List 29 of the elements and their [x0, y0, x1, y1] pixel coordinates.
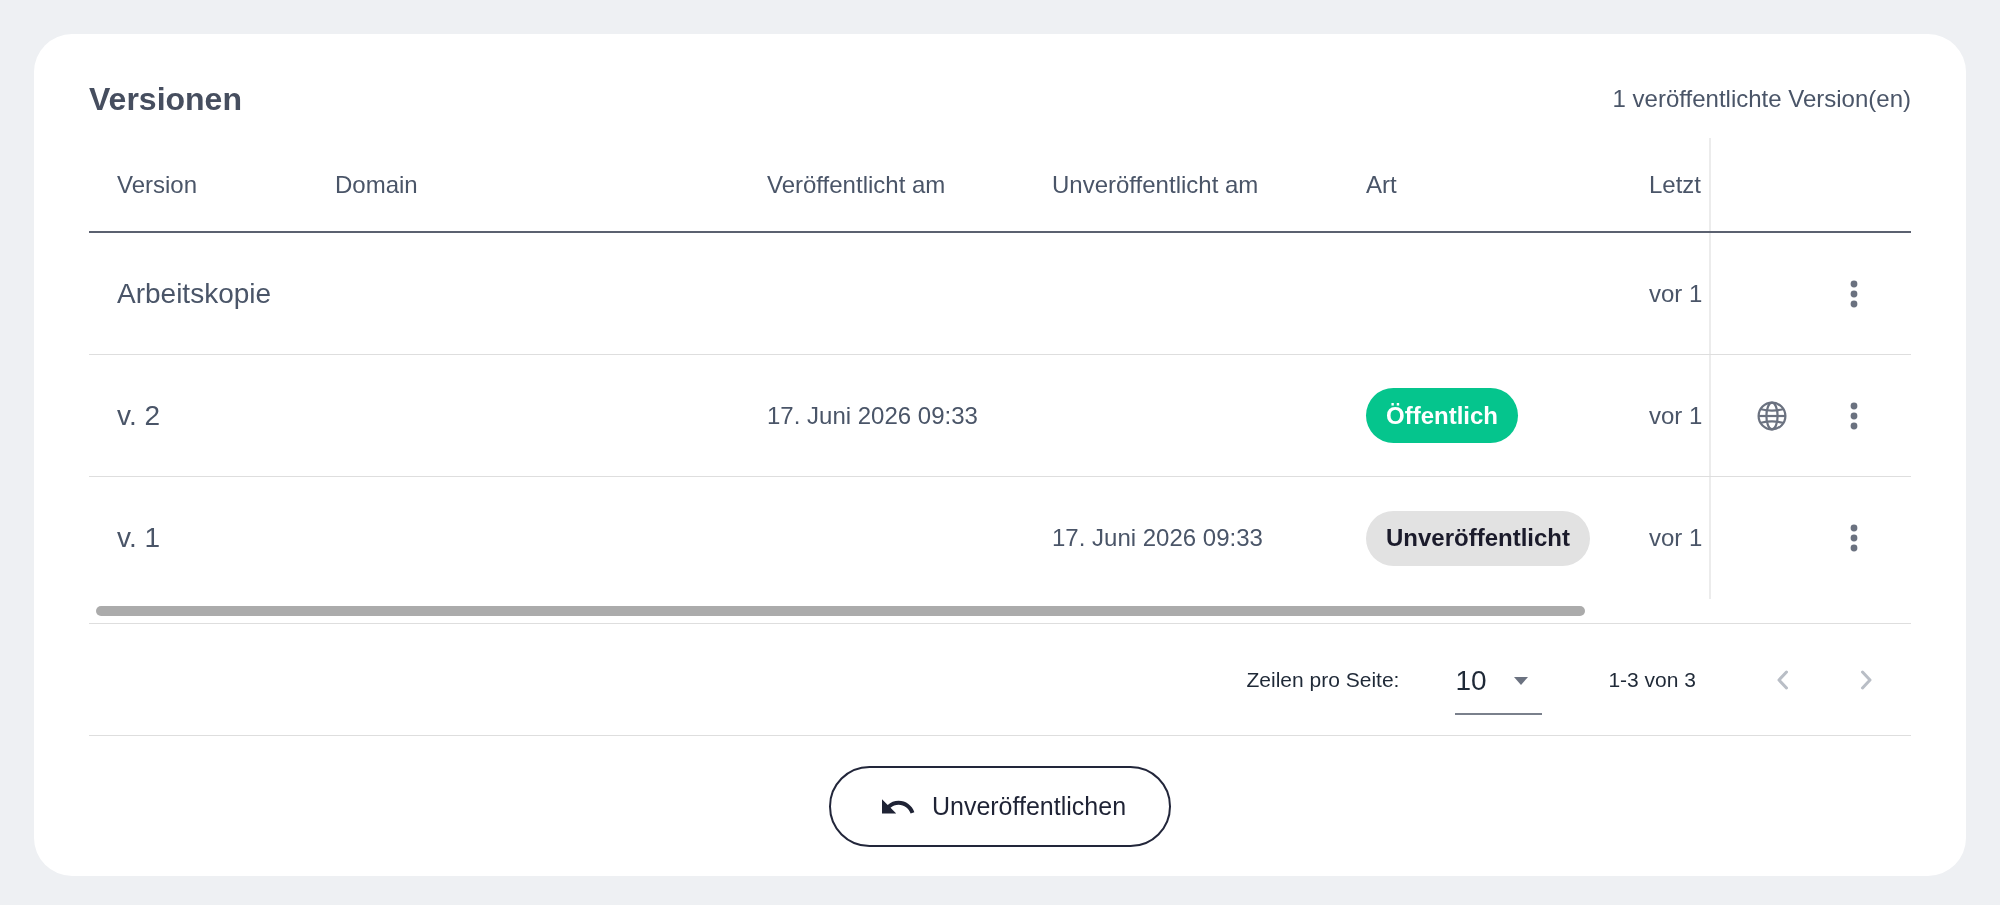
table-cell: vor 1	[1649, 524, 1703, 552]
undo-icon	[881, 799, 916, 814]
column-header: Art	[1366, 170, 1397, 199]
version-cell: v. 2	[117, 399, 161, 432]
column-header: Veröffentlicht am	[767, 170, 946, 199]
version-cell: v. 1	[117, 522, 161, 554]
more-options-icon[interactable]	[1850, 524, 1858, 552]
status-badge: Unveröffentlicht	[1366, 510, 1590, 566]
table-cell: vor 1	[1649, 401, 1703, 430]
date-cell: 17. Juni 2026 09:33	[767, 401, 978, 430]
globe-icon[interactable]	[1757, 400, 1787, 431]
column-header: Letzt	[1649, 170, 1702, 199]
rows-per-page-select[interactable]: 10	[1455, 648, 1543, 715]
published-count: 1 veröffentlichte Version(en)	[1612, 85, 1911, 113]
status-badge: Öffentlich	[1366, 388, 1518, 443]
column-header: Unveröffentlicht am	[1052, 170, 1259, 199]
more-options-icon[interactable]	[1850, 279, 1858, 308]
column-header: Version	[117, 170, 198, 199]
table-cell: vor 1	[1649, 279, 1703, 308]
column-header: Domain	[335, 170, 418, 199]
more-options-icon[interactable]	[1850, 401, 1858, 430]
section-title: Versionen	[89, 80, 242, 118]
rows-per-page-label: Zeilen pro Seite:	[1246, 667, 1400, 692]
page-range-text: 1-3 von 3	[1608, 667, 1696, 692]
scrollbar[interactable]	[96, 606, 1585, 616]
version-cell: Arbeitskopie	[117, 277, 272, 310]
caret-icon	[1514, 676, 1529, 685]
unpublish-button[interactable]: Unveröffentlichen	[829, 766, 1171, 847]
date-cell: 17. Juni 2026 09:33	[1052, 524, 1263, 552]
